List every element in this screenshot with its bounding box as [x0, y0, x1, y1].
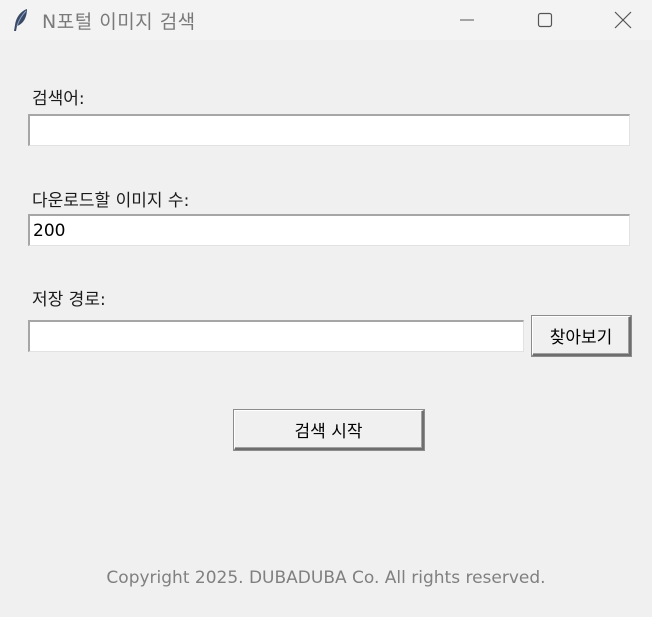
save-path-label: 저장 경로: [32, 290, 106, 310]
minimize-icon [459, 12, 475, 28]
minimize-button[interactable] [437, 0, 497, 40]
keyword-label: 검색어: [32, 89, 85, 109]
image-count-input[interactable] [28, 214, 630, 246]
maximize-button[interactable] [515, 0, 575, 40]
copyright-text: Copyright 2025. DUBADUBA Co. All rights … [106, 568, 546, 588]
keyword-input[interactable] [28, 114, 630, 146]
window-title: N포털 이미지 검색 [42, 11, 196, 33]
close-icon [614, 11, 632, 29]
app-window: N포털 이미지 검색 검색어: 다운로드할 이미지 수: 저장 경로: 찾아보기… [0, 0, 652, 617]
close-button[interactable] [593, 0, 652, 40]
maximize-icon [537, 12, 553, 28]
title-bar[interactable]: N포털 이미지 검색 [0, 0, 652, 40]
feather-icon [12, 8, 30, 32]
image-count-label: 다운로드할 이미지 수: [32, 191, 190, 211]
save-path-input[interactable] [28, 320, 524, 352]
browse-button[interactable]: 찾아보기 [532, 316, 631, 356]
start-search-button[interactable]: 검색 시작 [234, 410, 424, 450]
